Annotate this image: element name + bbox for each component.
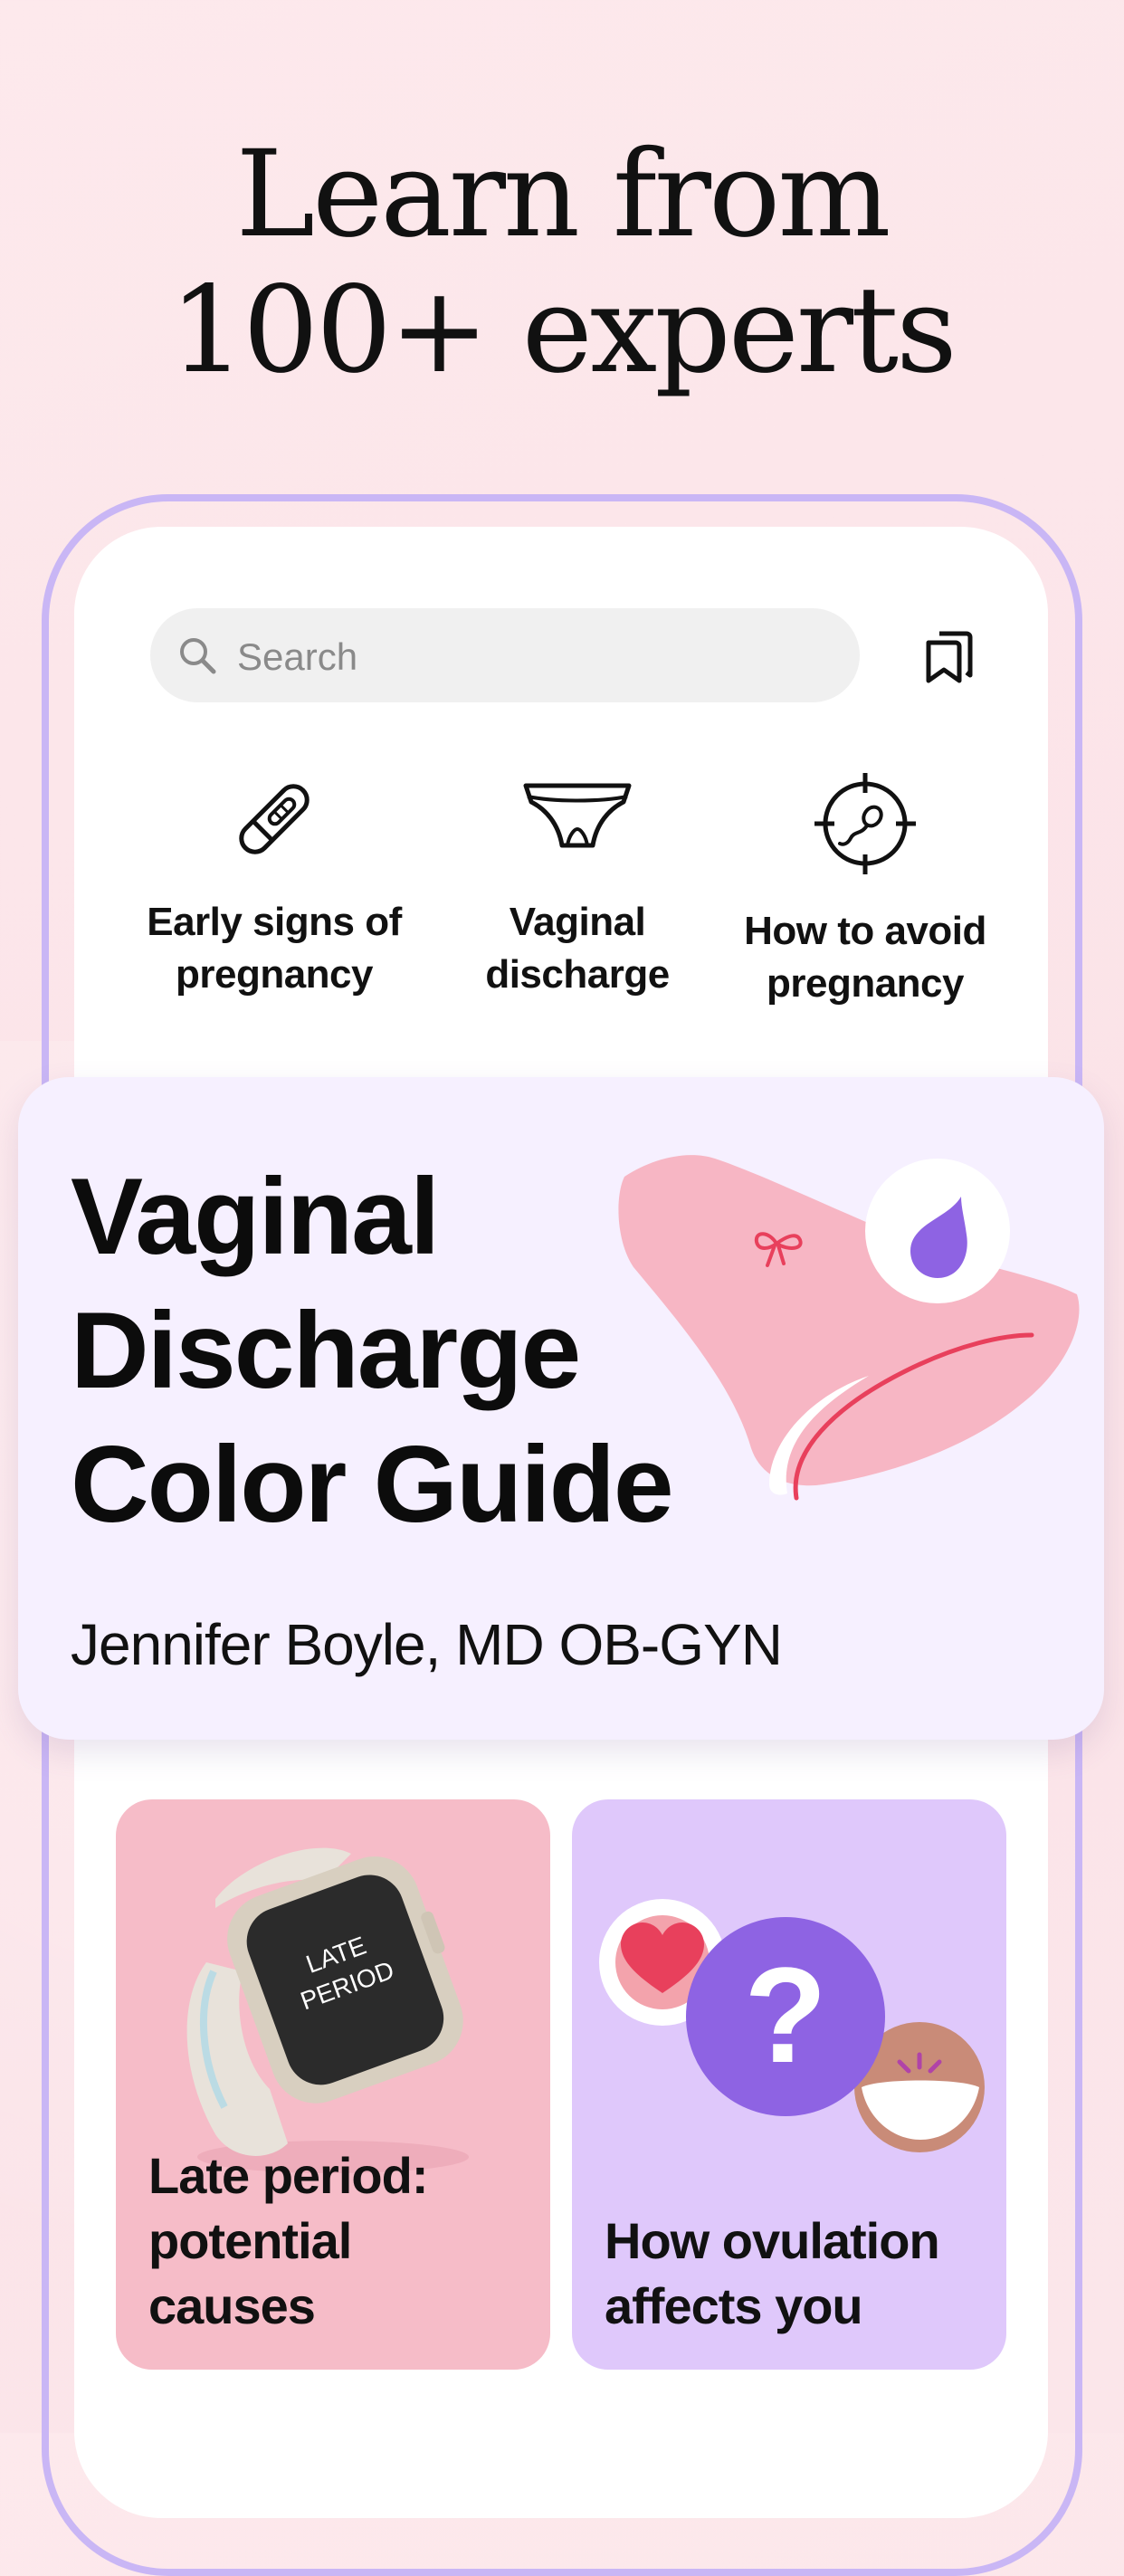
article-title-line: potential	[148, 2212, 352, 2269]
page-headline: Learn from 100+ experts	[0, 127, 1124, 398]
article-card-late-period[interactable]: LATE PERIOD Late period: potential cause…	[116, 1799, 550, 2370]
sperm-target-icon	[814, 773, 916, 874]
topic-label-line-1: How to avoid	[744, 909, 986, 953]
headline-line-1: Learn from	[235, 125, 891, 264]
featured-author: Jennifer Boyle, MD OB-GYN	[71, 1612, 783, 1677]
headline-line-2: 100+ experts	[169, 261, 957, 400]
featured-title-line: Discharge	[71, 1290, 581, 1411]
topic-label-line-2: discharge	[485, 952, 670, 997]
topic-how-to-avoid-pregnancy[interactable]: How to avoid pregnancy	[720, 769, 1010, 1010]
featured-article-card[interactable]: Vaginal Discharge Color Guide Jennifer B…	[18, 1077, 1104, 1740]
topic-early-signs-of-pregnancy[interactable]: Early signs of pregnancy	[129, 769, 419, 1001]
search-input[interactable]: Search	[150, 608, 860, 702]
topic-label-line-2: pregnancy	[175, 952, 374, 997]
article-title-line: affects you	[605, 2277, 863, 2334]
article-title: Late period: potential causes	[148, 2143, 428, 2339]
article-title-line: causes	[148, 2277, 316, 2334]
underwear-icon	[523, 783, 632, 848]
smartwatch-illustration: LATE PERIOD	[186, 1847, 469, 2173]
bookmarks-icon[interactable]	[916, 623, 981, 688]
topic-vaginal-discharge[interactable]: Vaginal discharge	[433, 769, 722, 1001]
svg-text:?: ?	[744, 1939, 827, 2091]
article-title-line: Late period:	[148, 2147, 428, 2204]
pregnancy-test-icon	[239, 784, 310, 854]
featured-title: Vaginal Discharge Color Guide	[71, 1150, 686, 1551]
article-card-ovulation[interactable]: ? How ovulation affects you	[572, 1799, 1006, 2370]
ovulation-illustration: ?	[599, 1899, 985, 2152]
topic-label-line-2: pregnancy	[766, 961, 965, 1006]
topic-label-line-1: Vaginal	[509, 900, 646, 944]
article-title-line: How ovulation	[605, 2212, 940, 2269]
search-icon	[180, 638, 216, 674]
featured-title-line: Vaginal	[71, 1156, 440, 1277]
topic-label-line-1: Early signs of	[147, 900, 402, 944]
article-title: How ovulation affects you	[605, 2209, 940, 2339]
search-placeholder: Search	[237, 635, 358, 678]
underwear-illustration	[618, 1155, 1080, 1501]
featured-title-line: Color Guide	[71, 1424, 674, 1545]
